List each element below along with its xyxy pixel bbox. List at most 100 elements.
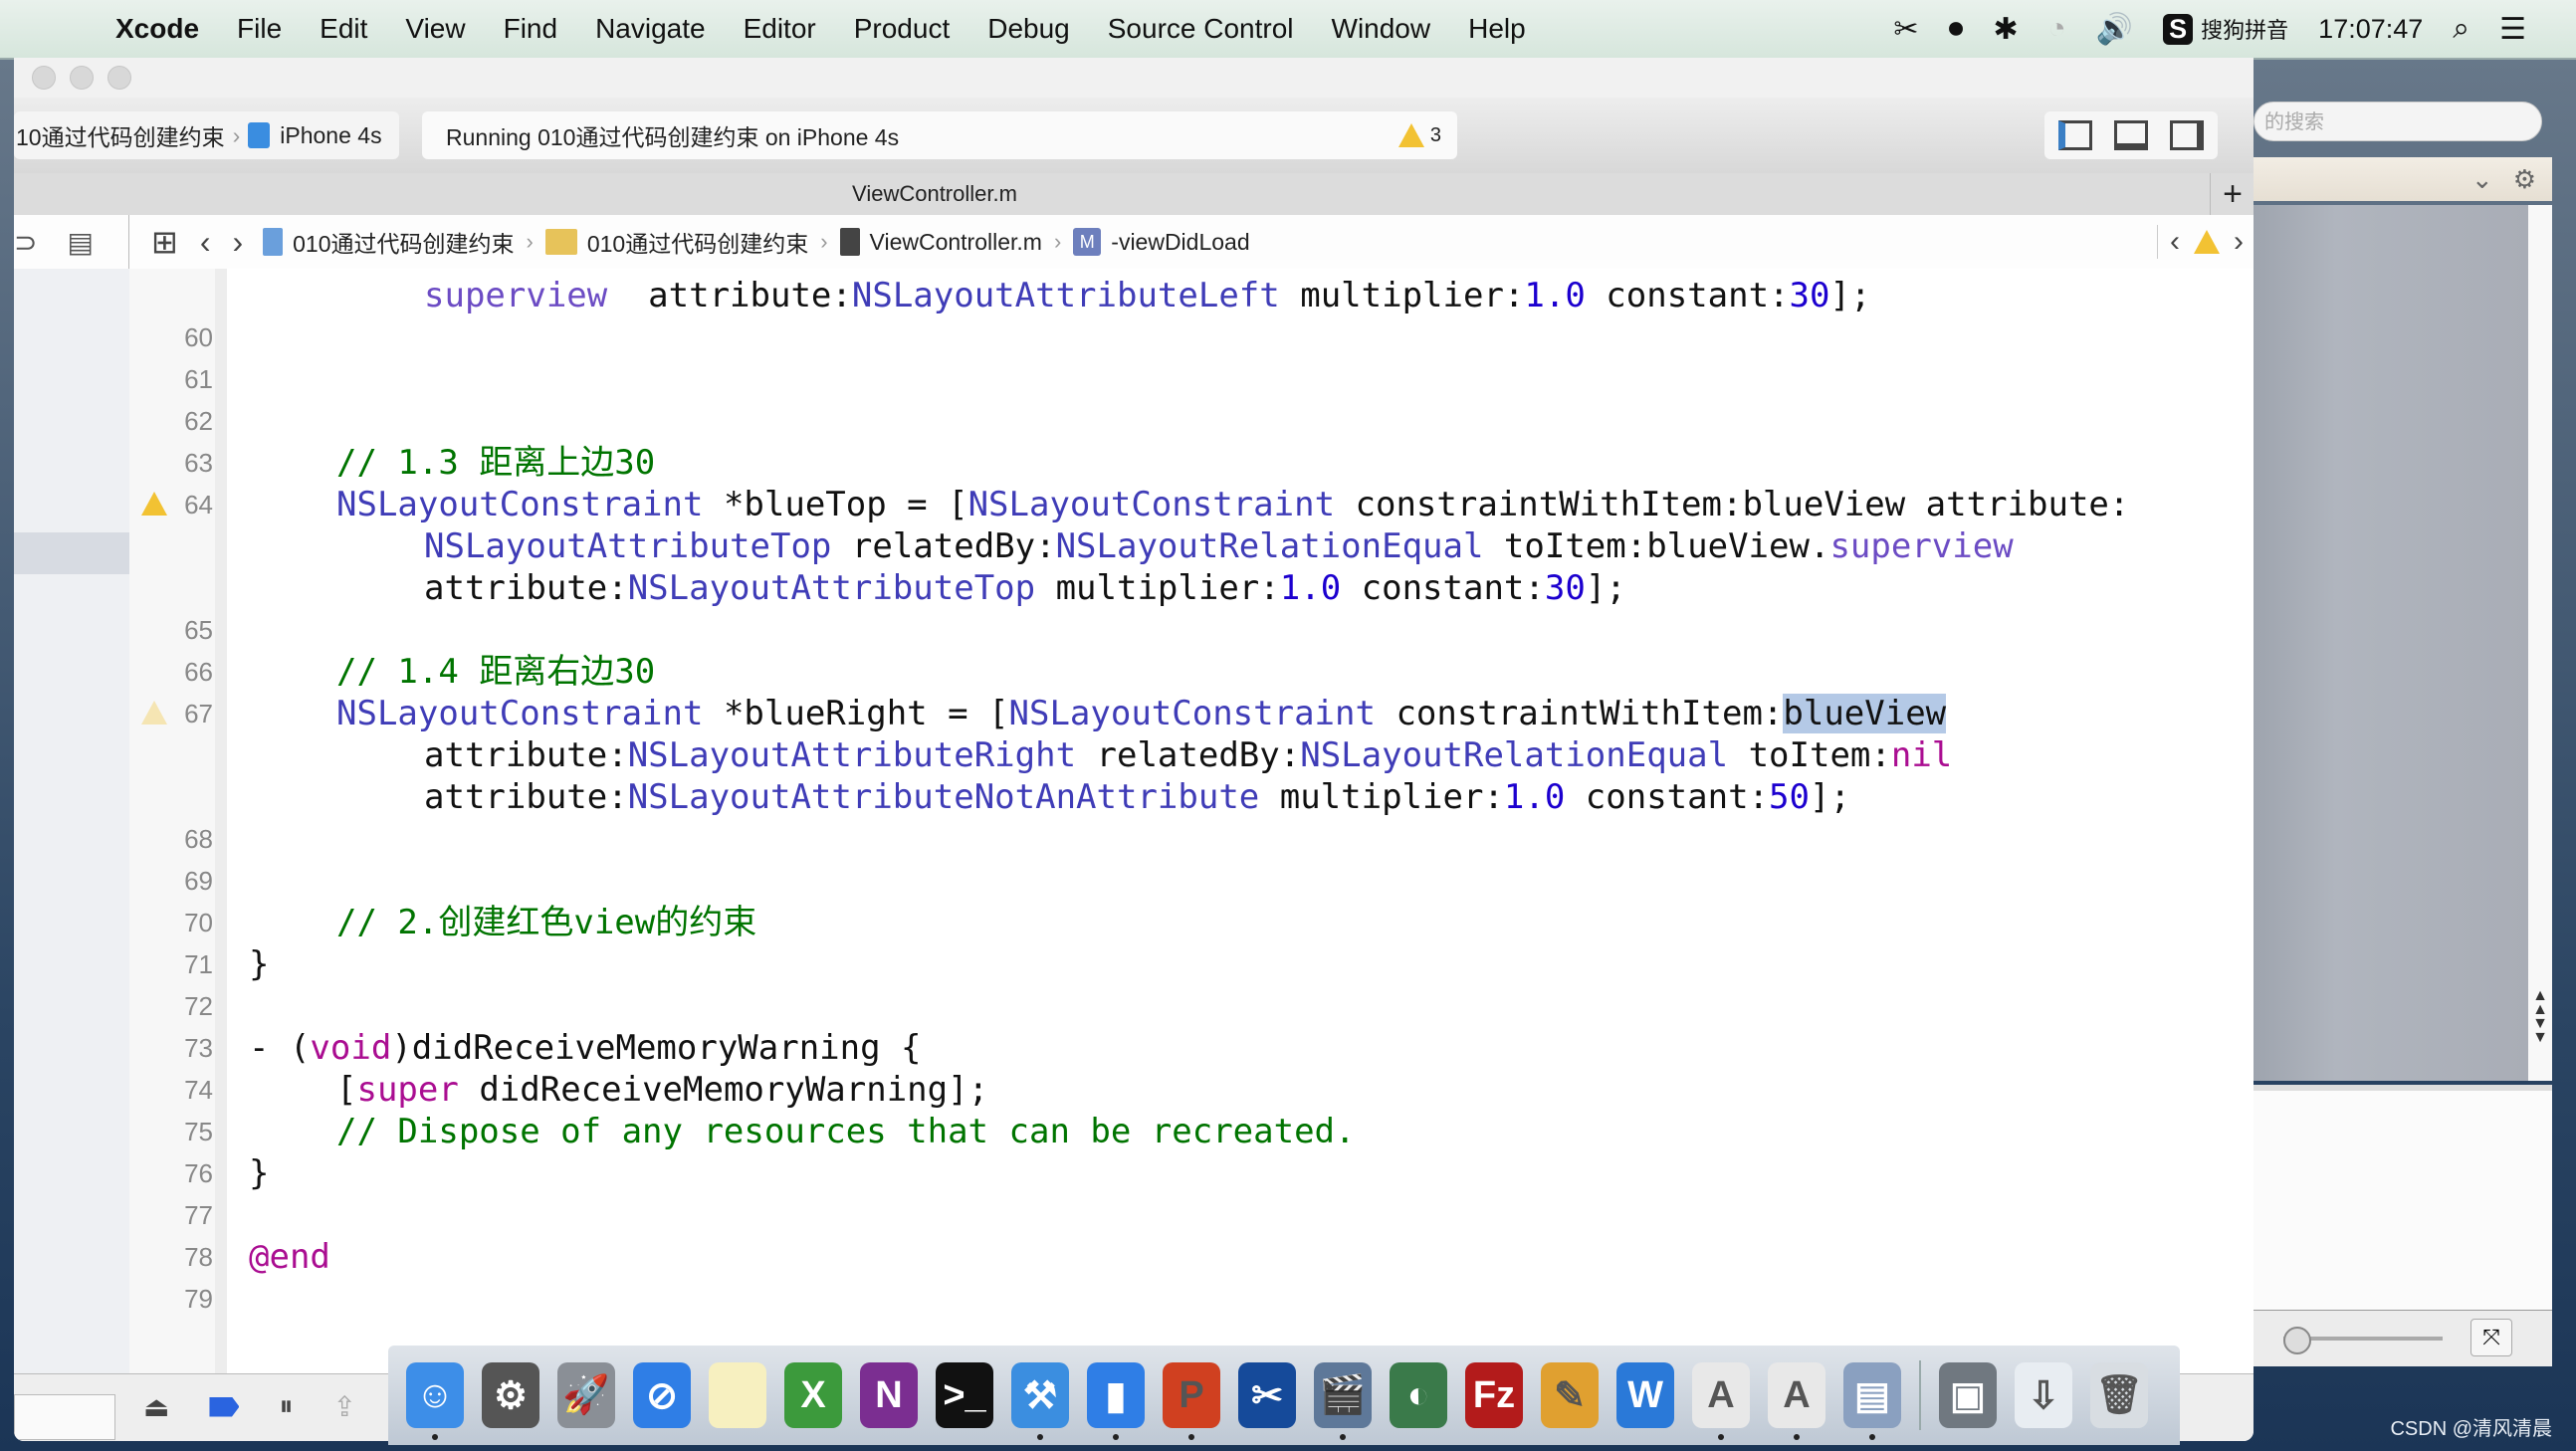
- forward-button[interactable]: ›: [232, 224, 243, 261]
- dock-xmind-icon[interactable]: ✎: [1541, 1362, 1599, 1428]
- dock-safari-icon[interactable]: ⊘: [633, 1362, 691, 1428]
- menu-debug[interactable]: Debug: [987, 13, 1070, 45]
- dock-onenote-icon[interactable]: N: [860, 1362, 918, 1428]
- menu-file[interactable]: File: [237, 13, 282, 45]
- step-over-icon[interactable]: ⇪: [332, 1390, 355, 1423]
- crumb-file[interactable]: ViewController.m: [839, 228, 1042, 256]
- dock-downloads-icon[interactable]: ⇩: [2015, 1362, 2072, 1428]
- back-button[interactable]: ‹: [200, 224, 211, 261]
- ime-badge[interactable]: S: [2163, 13, 2194, 45]
- menu-window[interactable]: Window: [1332, 13, 1431, 45]
- warning-icon[interactable]: [141, 492, 167, 516]
- notification-center-icon[interactable]: ☰: [2499, 12, 2526, 47]
- dock-app-a1-icon[interactable]: A: [1692, 1362, 1750, 1440]
- code-line[interactable]: NSLayoutAttributeTop relatedBy:NSLayoutR…: [129, 525, 2254, 567]
- code-line[interactable]: 62: [129, 400, 2254, 442]
- dock-system-preferences-icon[interactable]: ⚙: [482, 1362, 539, 1428]
- warning-indicator[interactable]: 3: [1397, 123, 1441, 147]
- dock-clapper-icon[interactable]: 🎬: [1314, 1362, 1372, 1440]
- menu-product[interactable]: Product: [854, 13, 951, 45]
- code-line[interactable]: 73 - (void)didReceiveMemoryWarning {: [129, 1027, 2254, 1069]
- input-method-label[interactable]: 搜狗拼音: [2201, 13, 2288, 45]
- code-line[interactable]: superview attribute:NSLayoutAttributeLef…: [129, 275, 2254, 316]
- history-icon[interactable]: ⊃: [14, 226, 37, 259]
- dock-terminal-icon[interactable]: >_: [936, 1362, 993, 1428]
- tab-viewcontroller-m[interactable]: ViewController.m: [14, 181, 1855, 207]
- menu-navigate[interactable]: Navigate: [595, 13, 706, 45]
- code-line[interactable]: 66 // 1.4 距离右边30: [129, 651, 2254, 693]
- zoom-button[interactable]: [107, 66, 131, 90]
- menu-edit[interactable]: Edit: [320, 13, 367, 45]
- code-line[interactable]: 77: [129, 1194, 2254, 1236]
- code-line[interactable]: attribute:NSLayoutAttributeTop multiplie…: [129, 567, 2254, 609]
- code-line[interactable]: 72: [129, 985, 2254, 1027]
- bluetooth-icon[interactable]: ✱: [1994, 12, 2019, 47]
- hide-debug-area-icon[interactable]: ⏏: [143, 1390, 169, 1423]
- code-line[interactable]: 69: [129, 860, 2254, 902]
- code-line[interactable]: attribute:NSLayoutAttributeRight related…: [129, 734, 2254, 776]
- code-line[interactable]: 64 NSLayoutConstraint *blueTop = [NSLayou…: [129, 484, 2254, 525]
- menu-view[interactable]: View: [405, 13, 465, 45]
- screen-record-icon[interactable]: ⏺: [1949, 12, 1964, 46]
- minimize-button[interactable]: [70, 66, 94, 90]
- dock-word-icon[interactable]: W: [1616, 1362, 1674, 1428]
- comment-icon[interactable]: ▤: [67, 226, 93, 259]
- dock-app-a2-icon[interactable]: A: [1768, 1362, 1825, 1440]
- scroll-arrows-icon[interactable]: ▲ ▲ ▼ ▼: [2528, 988, 2552, 1049]
- warning-icon[interactable]: [141, 701, 167, 725]
- close-button[interactable]: [32, 66, 56, 90]
- gear-icon[interactable]: ⚙: [2513, 164, 2536, 195]
- dock-excel-icon[interactable]: X: [784, 1362, 842, 1428]
- code-line[interactable]: 63 // 1.3 距离上边30: [129, 442, 2254, 484]
- menu-xcode[interactable]: Xcode: [115, 13, 199, 45]
- debug-area-toggle-icon[interactable]: [2114, 120, 2148, 150]
- zoom-slider-knob[interactable]: [2283, 1327, 2311, 1354]
- fit-to-window-icon[interactable]: ⤧: [2470, 1319, 2512, 1356]
- volume-icon[interactable]: 🔊: [2096, 12, 2133, 47]
- previous-issue-button[interactable]: ‹: [2170, 225, 2180, 259]
- code-line[interactable]: 61: [129, 358, 2254, 400]
- code-editor[interactable]: superview attribute:NSLayoutAttributeLef…: [129, 269, 2254, 1373]
- menu-editor[interactable]: Editor: [744, 13, 816, 45]
- menu-find[interactable]: Find: [504, 13, 557, 45]
- dock-time-machine-icon[interactable]: ◐: [1390, 1362, 1447, 1428]
- dock-trash-icon[interactable]: 🗑: [2090, 1362, 2148, 1428]
- warning-icon[interactable]: [2194, 230, 2220, 254]
- crumb-group[interactable]: 010通过代码创建约束: [544, 225, 808, 259]
- dock-screen-share-icon[interactable]: ▣: [1939, 1362, 1997, 1428]
- scheme-selector[interactable]: 10通过代码创建约束 › iPhone 4s: [14, 111, 399, 159]
- dock-filezilla-icon[interactable]: Fz: [1465, 1362, 1523, 1428]
- add-tab-button[interactable]: +: [2210, 173, 2254, 215]
- menu-source-control[interactable]: Source Control: [1108, 13, 1294, 45]
- dock-preview-icon[interactable]: ▤: [1843, 1362, 1901, 1440]
- search-field[interactable]: 的搜索: [2254, 102, 2542, 141]
- scissors-icon[interactable]: ✂: [1893, 12, 1918, 47]
- dock-powerpoint-icon[interactable]: P: [1163, 1362, 1220, 1440]
- spotlight-search-icon[interactable]: ⌕: [2453, 12, 2469, 46]
- time-machine-icon[interactable]: ◔: [2048, 12, 2066, 46]
- code-line[interactable]: 67 NSLayoutConstraint *blueRight = [NSLay…: [129, 693, 2254, 734]
- chevron-down-icon[interactable]: ⌄: [2471, 164, 2493, 195]
- dock-snip-icon[interactable]: ✂: [1238, 1362, 1296, 1428]
- code-line[interactable]: attribute:NSLayoutAttributeNotAnAttribut…: [129, 776, 2254, 818]
- scrollbar[interactable]: [2528, 205, 2552, 1081]
- code-line[interactable]: 78 @end: [129, 1236, 2254, 1278]
- next-issue-button[interactable]: ›: [2234, 225, 2244, 259]
- code-line[interactable]: 68: [129, 818, 2254, 860]
- code-line[interactable]: 65: [129, 609, 2254, 651]
- crumb-method[interactable]: M -viewDidLoad: [1073, 228, 1250, 256]
- code-line[interactable]: 71}: [129, 943, 2254, 985]
- navigator-selection[interactable]: [14, 532, 129, 574]
- dock-simulator-icon[interactable]: ▮: [1087, 1362, 1145, 1440]
- code-line[interactable]: 60: [129, 316, 2254, 358]
- code-line[interactable]: 70 // 2.创建红色view的约束: [129, 902, 2254, 943]
- code-line[interactable]: 74 [super didReceiveMemoryWarning];: [129, 1069, 2254, 1111]
- clock[interactable]: 17:07:47: [2318, 14, 2423, 45]
- dock-launchpad-icon[interactable]: 🚀: [557, 1362, 615, 1428]
- dock-notes-icon[interactable]: [709, 1362, 766, 1428]
- code-line[interactable]: 75 // Dispose of any resources that can b…: [129, 1111, 2254, 1152]
- dock-finder-icon[interactable]: ☺: [406, 1362, 464, 1440]
- pause-icon[interactable]: ⏸: [279, 1390, 293, 1423]
- menu-help[interactable]: Help: [1468, 13, 1526, 45]
- related-items-icon[interactable]: ⊞: [151, 223, 178, 261]
